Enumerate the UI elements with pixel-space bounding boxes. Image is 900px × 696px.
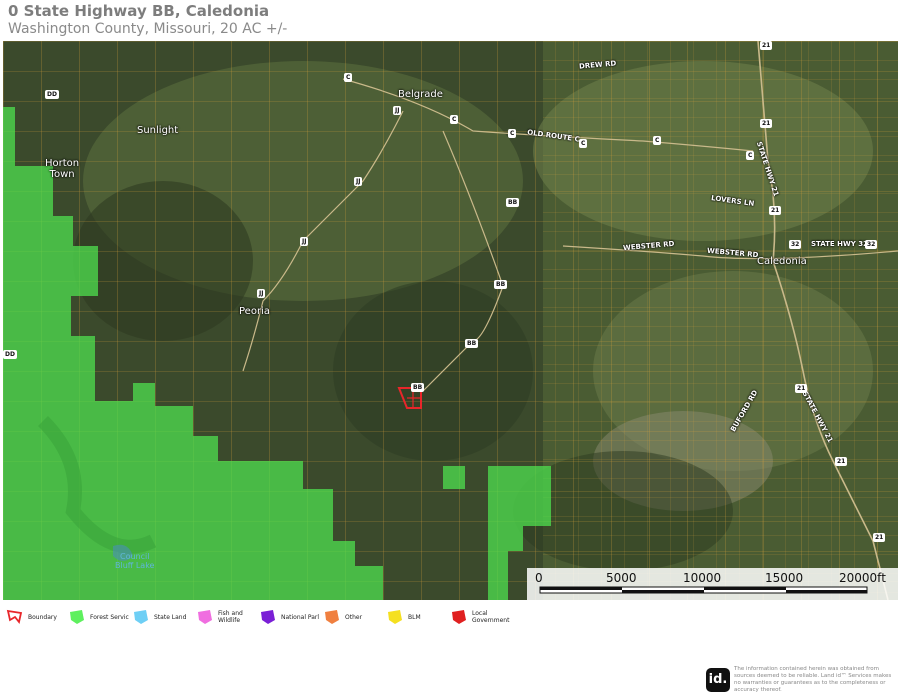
legend-item-state-land: State Land	[132, 608, 194, 626]
legend-item-local-government: Local Government	[450, 608, 512, 626]
route-shield-jj: JJ	[354, 177, 363, 186]
place-belgrade: Belgrade	[398, 89, 443, 100]
boundary-outline-icon	[6, 609, 23, 625]
route-shield-bb: BB	[411, 383, 425, 392]
legend-item-forest-service: Forest Servic	[68, 608, 130, 626]
legend-item-boundary: Boundary	[6, 608, 68, 626]
legend-item-fish-wildlife: Fish and Wildlife	[196, 608, 258, 626]
legend-label: National Parl	[281, 613, 320, 621]
land-id-logo: id.	[706, 668, 730, 692]
legend-item-national-park: National Parl	[259, 608, 321, 626]
route-shield-21: 21	[795, 384, 808, 393]
route-shield-21: 21	[760, 119, 773, 128]
route-shield-c: C	[653, 136, 662, 145]
forest-service-icon	[70, 610, 84, 624]
legend-item-other: Other	[323, 608, 385, 626]
scale-bar: 0 5000 10000 15000 20000ft	[527, 568, 898, 600]
legend-label: Local Government	[472, 610, 510, 624]
route-shield-jj: JJ	[393, 106, 402, 115]
place-horton-town: Horton Town	[45, 158, 80, 180]
route-shield-dd: DD	[3, 350, 17, 359]
legend-label: Fish and Wildlife	[218, 610, 243, 624]
place-sunlight: Sunlight	[137, 125, 179, 136]
fish-wildlife-icon	[198, 610, 212, 624]
legend-label: BLM	[408, 613, 421, 621]
satellite-map[interactable]: Belgrade Sunlight Horton Town Peoria Cal…	[3, 41, 898, 600]
route-shield-c: C	[344, 73, 353, 82]
legend-item-blm: BLM	[386, 608, 448, 626]
route-shield-c: C	[450, 115, 459, 124]
disclaimer-text: The information contained herein was obt…	[734, 666, 892, 693]
blm-icon	[388, 610, 402, 624]
route-shield-21: 21	[760, 41, 773, 50]
place-peoria: Peoria	[239, 306, 270, 317]
local-government-icon	[452, 610, 466, 624]
route-shield-21: 21	[769, 206, 782, 215]
route-shield-dd: DD	[45, 90, 59, 99]
road-label-state-hwy-32: STATE HWY 32	[811, 240, 868, 248]
legend-label: State Land	[154, 613, 187, 621]
route-shield-21: 21	[835, 457, 848, 466]
state-land-icon	[134, 610, 148, 624]
legend-label: Boundary	[28, 613, 57, 621]
route-shield-c: C	[508, 129, 517, 138]
route-shield-c: C	[746, 151, 755, 160]
scale-ruler	[539, 586, 868, 594]
national-park-icon	[261, 610, 275, 624]
page-title: 0 State Highway BB, Caledonia	[8, 2, 270, 20]
route-shield-jj: JJ	[300, 237, 309, 246]
route-shield-bb: BB	[506, 198, 520, 207]
route-shield-c: C	[579, 139, 588, 148]
place-caledonia: Caledonia	[757, 256, 807, 267]
route-shield-jj: JJ	[257, 289, 266, 298]
route-shield-bb: BB	[465, 339, 479, 348]
other-land-icon	[325, 610, 339, 624]
map-legend: Boundary Forest Servic State Land Fish a…	[0, 608, 900, 638]
route-shield-bb: BB	[494, 280, 508, 289]
legend-label: Other	[345, 613, 363, 621]
lake-label: Council Bluff Lake	[115, 552, 155, 570]
legend-label: Forest Servic	[90, 613, 129, 621]
page-subtitle: Washington County, Missouri, 20 AC +/-	[8, 21, 288, 37]
route-shield-32: 32	[865, 240, 878, 249]
route-shield-32: 32	[789, 240, 802, 249]
route-shield-21: 21	[873, 533, 886, 542]
